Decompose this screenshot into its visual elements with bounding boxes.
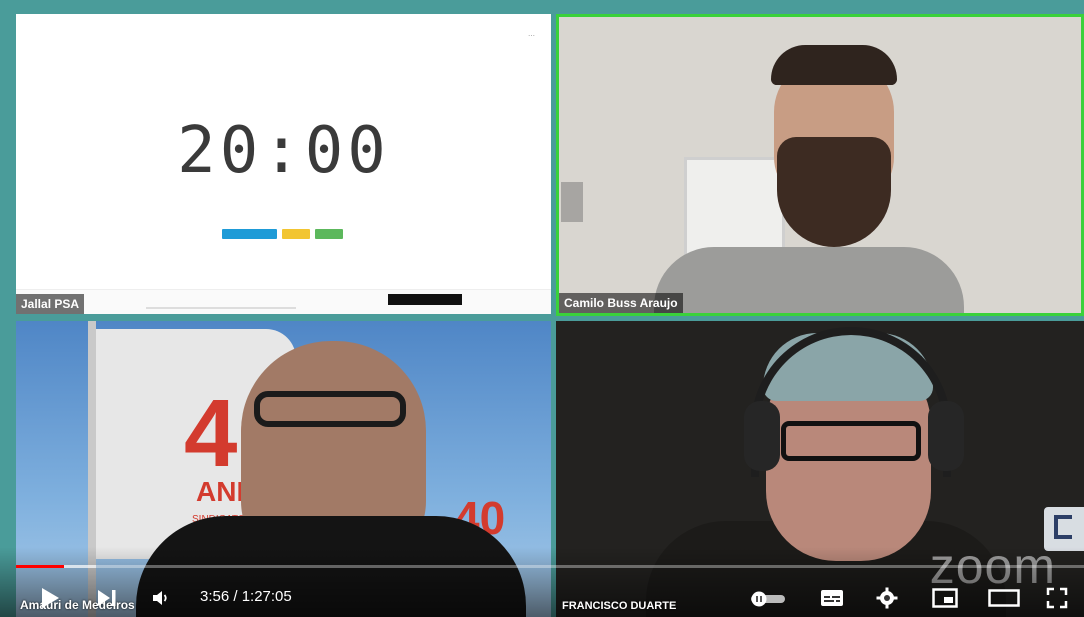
theater-icon[interactable] <box>986 588 1022 608</box>
progress-played <box>16 565 65 568</box>
volume-icon[interactable] <box>150 588 172 608</box>
speaker-shirt <box>654 247 964 313</box>
time-display: 3:56 / 1:27:05 <box>200 588 292 605</box>
settings-icon[interactable] <box>874 586 900 610</box>
progress-bar[interactable] <box>16 565 1084 568</box>
timer-buttons <box>222 229 343 239</box>
headphone-earcup-right <box>928 401 964 471</box>
video-tile-camilo: Camilo Buss Araujo <box>556 14 1084 316</box>
subtitles-icon[interactable] <box>818 587 846 609</box>
play-icon[interactable] <box>36 584 64 612</box>
autoplay-toggle-icon[interactable] <box>748 590 788 608</box>
headphone-earcup-left <box>744 401 780 471</box>
next-icon[interactable] <box>94 586 120 610</box>
timer-button-start <box>222 229 277 239</box>
participant-name: Jallal PSA <box>16 294 85 314</box>
speaker-hair <box>771 45 897 85</box>
countdown-timer: 20:00 <box>177 114 390 188</box>
shared-page-footer <box>16 289 551 314</box>
timer-button-reset <box>315 229 343 239</box>
footer-subtext-line <box>146 307 296 309</box>
video-tile-jallal: ⋯ 20:00 Jallal PSA <box>16 14 551 314</box>
miniplayer-icon[interactable] <box>930 587 960 609</box>
timer-button-pause <box>282 229 310 239</box>
participant-glasses <box>781 421 921 461</box>
participant-glasses <box>254 391 406 427</box>
participant-name: Camilo Buss Araujo <box>559 293 683 313</box>
share-indicator: ⋯ <box>528 33 535 40</box>
participant-name-francisco: FRANCISCO DUARTE <box>562 600 677 612</box>
fullscreen-icon[interactable] <box>1044 586 1070 610</box>
wall-picture <box>561 182 583 222</box>
footer-button <box>388 294 462 305</box>
speaker-beard <box>777 137 891 247</box>
